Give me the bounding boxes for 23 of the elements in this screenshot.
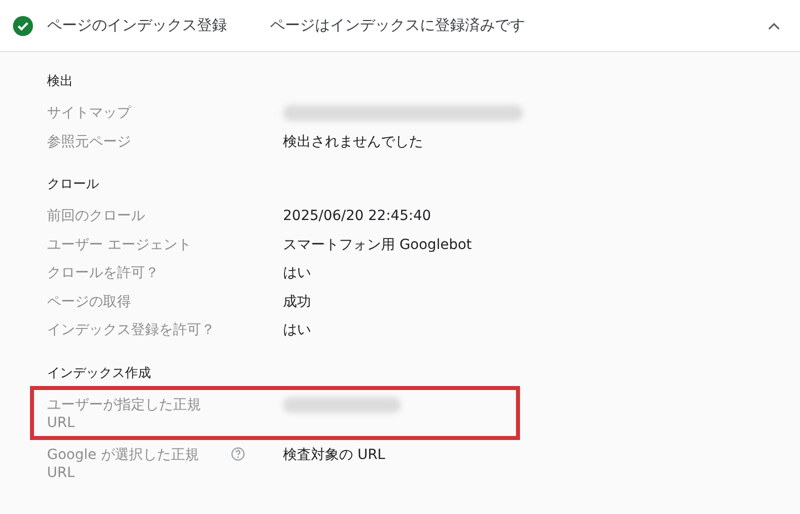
status-text: ページはインデックスに登録済みです <box>270 15 526 36</box>
field-label: 参照元ページ <box>47 132 132 150</box>
field-label: Google が選択した正規 URL <box>47 446 200 482</box>
field-label: クロールを許可？ <box>47 264 160 282</box>
section-header[interactable]: ページのインデックス登録 ページはインデックスに登録済みです <box>0 0 800 52</box>
field-label: 前回のクロール <box>47 207 146 225</box>
section-title: ページのインデックス登録 <box>47 15 228 36</box>
chevron-up-icon[interactable] <box>768 22 780 30</box>
field-label: サイトマップ <box>47 104 132 122</box>
section-heading: インデックス作成 <box>47 364 152 382</box>
field-label: ユーザー エージェント <box>47 236 192 254</box>
field-label: ページの取得 <box>47 292 132 310</box>
field-value: 検出されませんでした <box>283 132 423 150</box>
field-value: 検査対象の URL <box>283 446 386 464</box>
field-value: 成功 <box>283 292 311 310</box>
field-value: スマートフォン用 Googlebot <box>283 236 472 254</box>
field-value: はい <box>283 321 311 339</box>
section-heading: クロール <box>47 176 100 194</box>
field-value: 2025/06/20 22:45:40 <box>283 207 432 225</box>
field-label: インデックス登録を許可？ <box>47 321 216 339</box>
section-heading: 検出 <box>47 73 74 91</box>
field-label: ユーザーが指定した正規 URL <box>47 396 202 432</box>
field-value: はい <box>283 264 311 282</box>
